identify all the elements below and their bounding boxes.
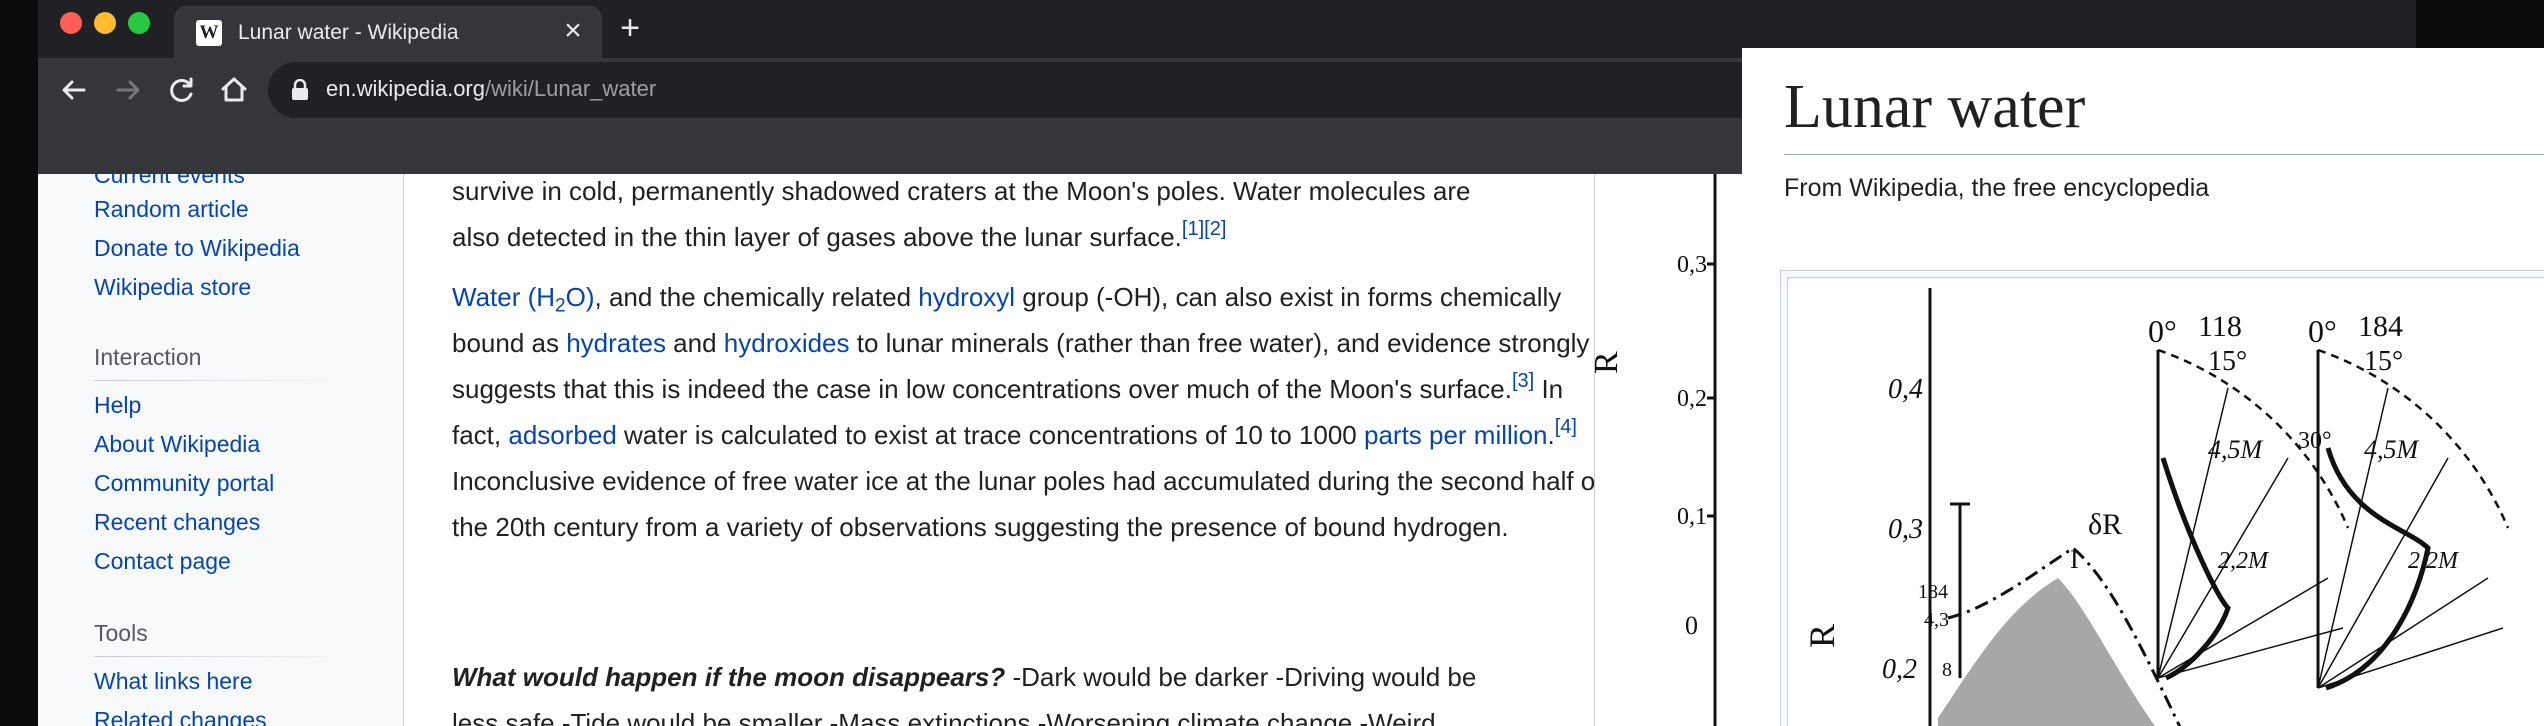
sidebar-item-contact[interactable]: Contact page (94, 548, 231, 575)
figure-label: 0° (2308, 313, 2337, 349)
question-heading: What would happen if the moon disappears… (452, 662, 1006, 692)
window-maximize-button[interactable] (128, 12, 150, 34)
article-paragraph-3: What would happen if the moon disappears… (452, 662, 1477, 726)
figure-label: 2,2M (2408, 548, 2460, 574)
figure-label: 15° (2208, 346, 2247, 377)
sidebar-item-help[interactable]: Help (94, 392, 141, 419)
forward-arrow-icon[interactable] (108, 70, 148, 110)
figure-label: 4,3 (1924, 609, 1949, 631)
figure-label: 4,5M (2364, 435, 2420, 464)
hydroxides-link[interactable]: hydroxides (724, 328, 850, 358)
figure-label: 2,2M (2218, 548, 2270, 574)
figure-label: 0° (2148, 313, 2177, 349)
tab-close-icon[interactable]: × (558, 16, 588, 46)
axis-label: R (1802, 624, 1842, 648)
url-text: en.wikipedia.org/wiki/Lunar_water (326, 76, 656, 102)
page-subtitle: From Wikipedia, the free encyclopedia (1784, 174, 2210, 202)
hydroxyl-link[interactable]: hydroxyl (918, 282, 1015, 312)
figure-image: 0,4 0,3 0,2 R 184 4,3 8 δR I 0° 118 15° … (1787, 277, 2544, 726)
sidebar-divider (94, 656, 364, 657)
figure-label: 118 (2198, 310, 2242, 343)
citation-link[interactable]: [3] (1512, 370, 1534, 392)
paragraph-text: survive in cold, permanently shadowed cr… (452, 176, 1471, 206)
article-paragraph-2: Water (H2O), and the chemically related … (452, 282, 1603, 542)
browser-tab[interactable]: W Lunar water - Wikipedia × (174, 6, 602, 58)
axis-tick: 0,2 (1882, 654, 1917, 685)
url-path: /wiki/Lunar_water (484, 76, 657, 101)
paragraph-text: also detected in the thin layer of gases… (452, 222, 1182, 252)
home-icon[interactable] (214, 70, 254, 110)
citation-link[interactable]: [2] (1204, 218, 1226, 240)
title-divider (1784, 154, 2544, 155)
reload-icon[interactable] (162, 70, 202, 110)
figure-label: I (2070, 545, 2079, 574)
sidebar-item-related-changes[interactable]: Related changes (94, 707, 267, 726)
figure-label: 184 (2358, 310, 2403, 343)
sidebar-item-store[interactable]: Wikipedia store (94, 274, 251, 301)
new-tab-button[interactable]: + (612, 10, 648, 46)
axis-tick: 0,1 (1677, 504, 1707, 530)
back-arrow-icon[interactable] (54, 70, 94, 110)
sidebar-heading-tools: Tools (94, 620, 148, 646)
window-minimize-button[interactable] (94, 12, 116, 34)
article-body: survive in cold, permanently shadowed cr… (452, 174, 1632, 726)
sidebar-item-donate[interactable]: Donate to Wikipedia (94, 235, 300, 262)
url-host: en.wikipedia.org (326, 76, 485, 101)
citation-link[interactable]: [1] (1182, 218, 1204, 240)
sidebar-item-current-events[interactable]: Current events (94, 174, 245, 189)
axis-tick: 0,3 (1888, 514, 1923, 545)
secondary-wikipedia-window: Lunar water From Wikipedia, the free enc… (1742, 48, 2544, 726)
sidebar-item-what-links-here[interactable]: What links here (94, 668, 253, 695)
axis-tick: 0 (1685, 611, 1698, 640)
sidebar-item-community-portal[interactable]: Community portal (94, 470, 274, 497)
lock-icon[interactable] (290, 78, 310, 101)
figure-label: 184 (1918, 581, 1948, 603)
window-close-button[interactable] (60, 12, 82, 34)
sidebar-item-about[interactable]: About Wikipedia (94, 431, 260, 458)
sidebar: Current events Random article Donate to … (38, 174, 404, 726)
page-title: Lunar water (1784, 73, 2086, 141)
axis-tick: 0,2 (1677, 386, 1707, 412)
axis-tick: 0,4 (1888, 374, 1923, 405)
parts-per-million-link[interactable]: parts per million (1364, 420, 1548, 450)
axis-tick: 0,3 (1677, 252, 1707, 278)
citation-link[interactable]: [4] (1555, 416, 1577, 438)
figure-label: δR (2088, 508, 2122, 541)
tab-title: Lunar water - Wikipedia (238, 21, 459, 44)
article-figure[interactable]: 0,4 0,3 0,2 R 184 4,3 8 δR I 0° 118 15° … (1780, 270, 2544, 726)
sidebar-item-random-article[interactable]: Random article (94, 196, 249, 223)
adsorbed-link[interactable]: adsorbed (508, 420, 616, 450)
axis-label: R (1595, 351, 1625, 374)
sidebar-divider (94, 380, 364, 381)
hydrates-link[interactable]: hydrates (566, 328, 666, 358)
figure-label: 8 (1942, 659, 1952, 681)
article-paragraph-1: survive in cold, permanently shadowed cr… (452, 174, 1612, 260)
sidebar-item-recent-changes[interactable]: Recent changes (94, 509, 260, 536)
wikipedia-favicon-icon: W (196, 20, 222, 46)
water-link[interactable]: Water (H2O) (452, 282, 595, 316)
sidebar-heading-interaction: Interaction (94, 344, 202, 370)
